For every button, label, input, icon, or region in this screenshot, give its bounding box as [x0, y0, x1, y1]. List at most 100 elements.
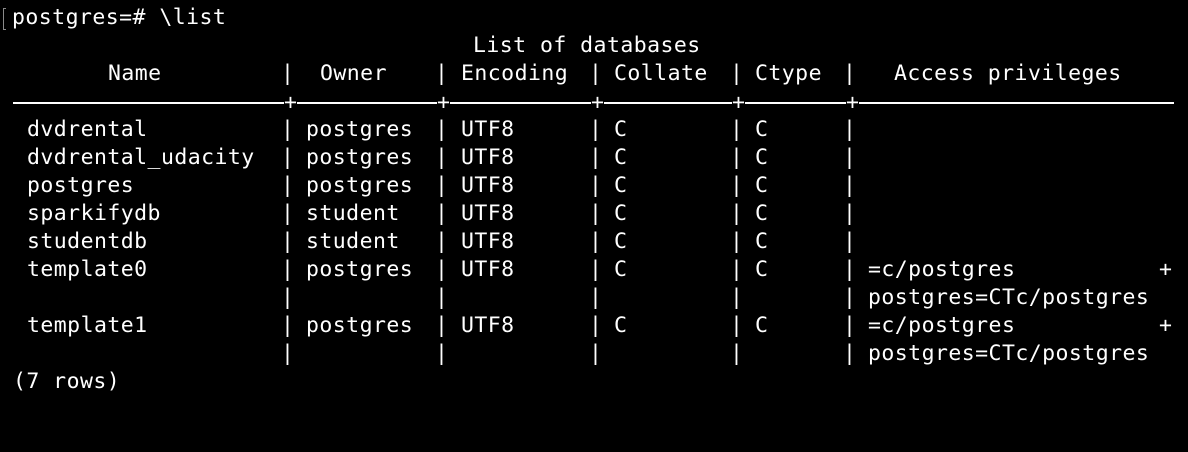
cell-collate: C [614, 229, 628, 254]
cell-owner: postgres [306, 173, 414, 198]
header-owner: Owner [320, 61, 387, 86]
cell-name: studentdb [27, 229, 148, 254]
header-collate: Collate [614, 61, 708, 86]
row-count: (7 rows) [13, 369, 121, 394]
separator-plus: + [437, 90, 450, 115]
cell-name: dvdrental [27, 117, 148, 142]
separator-plus: + [846, 90, 859, 115]
cell-access-privileges: postgres=CTc/postgres [868, 341, 1150, 366]
column-pipe: | [435, 285, 449, 310]
column-pipe: | [843, 313, 857, 338]
header-encoding: Encoding [461, 61, 569, 86]
header-pipe: | [435, 61, 449, 86]
cell-owner: postgres [306, 257, 414, 282]
cell-collate: C [614, 313, 628, 338]
header-pipe: | [730, 61, 744, 86]
prompt-line: postgres=# \list [0, 4, 226, 32]
cell-ctype: C [755, 257, 769, 282]
cell-ctype: C [755, 173, 769, 198]
table-header-row: Name | Owner | Encoding | Collate | Ctyp… [0, 60, 1121, 88]
cell-encoding: UTF8 [461, 257, 515, 282]
terminal-window[interactable]: postgres=# \list List of databases Name … [0, 0, 1188, 404]
cell-encoding: UTF8 [461, 201, 515, 226]
separator-dash [450, 102, 591, 104]
cell-name: postgres [27, 173, 135, 198]
header-pipe: | [843, 61, 857, 86]
column-pipe: | [435, 313, 449, 338]
table-title-line: List of databases [0, 32, 700, 60]
cell-encoding: UTF8 [461, 173, 515, 198]
cell-name: sparkifydb [27, 201, 161, 226]
line-continuation: + [1159, 313, 1173, 338]
column-pipe: | [281, 117, 295, 142]
cell-name: template1 [27, 313, 148, 338]
column-pipe: | [730, 201, 744, 226]
column-pipe: | [435, 173, 449, 198]
separator-dash [13, 102, 284, 104]
footer-line: (7 rows) [0, 368, 120, 396]
cell-collate: C [614, 201, 628, 226]
cell-name: dvdrental_udacity [27, 145, 255, 170]
separator-plus: + [732, 90, 745, 115]
separator-dash [297, 102, 437, 104]
prompt-command: postgres=# \list [12, 5, 227, 30]
column-pipe: | [281, 201, 295, 226]
column-pipe: | [730, 313, 744, 338]
cell-owner: student [306, 229, 400, 254]
column-pipe: | [281, 257, 295, 282]
cell-owner: student [306, 201, 400, 226]
column-pipe: | [281, 173, 295, 198]
column-pipe: | [281, 145, 295, 170]
column-pipe: | [435, 341, 449, 366]
cell-collate: C [614, 117, 628, 142]
column-pipe: | [730, 257, 744, 282]
cell-encoding: UTF8 [461, 313, 515, 338]
column-pipe: | [843, 173, 857, 198]
column-pipe: | [843, 117, 857, 142]
cell-collate: C [614, 257, 628, 282]
column-pipe: | [589, 313, 603, 338]
cell-encoding: UTF8 [461, 145, 515, 170]
cell-ctype: C [755, 117, 769, 142]
header-separator: + + + + + [13, 92, 1174, 113]
column-pipe: | [843, 229, 857, 254]
cell-encoding: UTF8 [461, 229, 515, 254]
cell-ctype: C [755, 229, 769, 254]
header-access-privileges: Access privileges [894, 61, 1122, 86]
header-ctype: Ctype [755, 61, 822, 86]
cell-ctype: C [755, 313, 769, 338]
column-pipe: | [435, 257, 449, 282]
cell-owner: postgres [306, 313, 414, 338]
separator-dash [745, 102, 846, 104]
column-pipe: | [281, 229, 295, 254]
cell-ctype: C [755, 201, 769, 226]
separator-dash [859, 102, 1174, 104]
column-pipe: | [589, 341, 603, 366]
header-name: Name [108, 61, 162, 86]
separator-plus: + [591, 90, 604, 115]
column-pipe: | [435, 117, 449, 142]
column-pipe: | [435, 229, 449, 254]
cell-collate: C [614, 145, 628, 170]
column-pipe: | [730, 145, 744, 170]
column-pipe: | [843, 201, 857, 226]
column-pipe: | [589, 145, 603, 170]
header-pipe: | [589, 61, 603, 86]
table-title: List of databases [473, 33, 701, 58]
column-pipe: | [843, 341, 857, 366]
column-pipe: | [843, 145, 857, 170]
separator-plus: + [284, 90, 297, 115]
column-pipe: | [589, 173, 603, 198]
cell-encoding: UTF8 [461, 117, 515, 142]
column-pipe: | [843, 257, 857, 282]
column-pipe: | [589, 201, 603, 226]
column-pipe: | [589, 229, 603, 254]
column-pipe: | [730, 173, 744, 198]
cell-owner: postgres [306, 117, 414, 142]
cell-owner: postgres [306, 145, 414, 170]
column-pipe: | [281, 313, 295, 338]
column-pipe: | [589, 117, 603, 142]
column-pipe: | [589, 285, 603, 310]
column-pipe: | [730, 341, 744, 366]
line-continuation: + [1159, 257, 1173, 282]
